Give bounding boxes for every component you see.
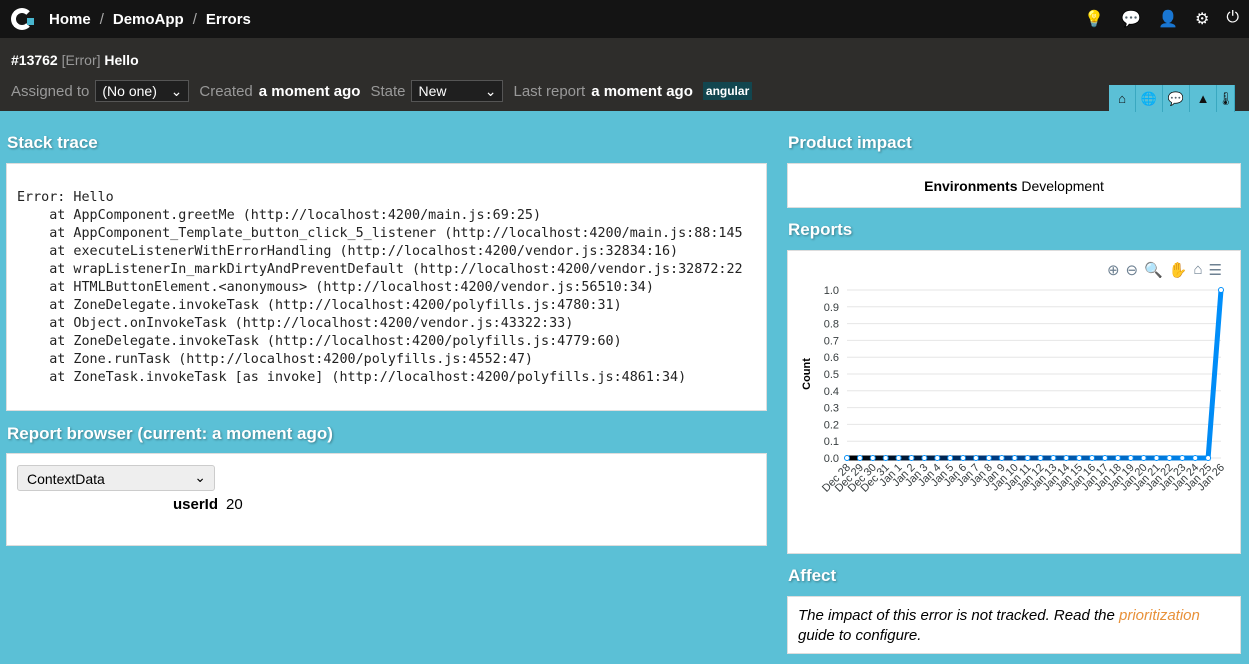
lightbulb-icon[interactable]: 💡: [1084, 9, 1104, 29]
created-label: Created: [199, 82, 253, 100]
y-tick-label: 1.0: [824, 285, 839, 297]
data-point: [869, 455, 876, 461]
y-tick-label: 0.9: [824, 302, 839, 314]
report-browser-heading: Report browser (current: a moment ago): [7, 424, 333, 443]
y-tick-label: 0.3: [824, 403, 839, 415]
user-icon[interactable]: 👤: [1158, 9, 1178, 29]
data-point: [844, 455, 850, 461]
data-point: [1218, 287, 1224, 293]
tree-icon[interactable]: ▲: [1190, 85, 1217, 112]
reports-chart-panel: ⊕ ⊖ 🔍 ✋ ⌂ ☰ 0.0 0.1 0.2 0.3 0.4 0.5 0.6 0.7 0.8 0…: [787, 250, 1241, 554]
affect-text-end: guide to configure.: [798, 627, 922, 644]
y-tick-label: 0.6: [824, 352, 839, 364]
data-point: [1024, 455, 1031, 461]
data-point: [1192, 455, 1199, 461]
data-point: [1011, 455, 1018, 461]
data-point: [908, 455, 915, 461]
stack-trace-text: Error: Hello at AppComponent.greetMe (ht…: [17, 190, 743, 385]
last-report-value: a moment ago: [591, 82, 693, 100]
reports-heading: Reports: [788, 220, 853, 239]
state-select[interactable]: New ⌄: [411, 80, 504, 102]
issue-header: #13762 [Error] Hello Assigned to (No one…: [0, 38, 1249, 112]
assigned-select[interactable]: (No one) ⌄: [95, 80, 190, 102]
tag-badge[interactable]: angular: [702, 82, 753, 100]
data-point: [1114, 455, 1121, 461]
y-tick-label: 0.4: [824, 386, 839, 398]
app-logo[interactable]: [11, 8, 34, 30]
last-report-label: Last report: [513, 82, 586, 100]
issue-title: #13762 [Error] Hello: [11, 52, 139, 68]
data-point: [1089, 455, 1096, 461]
y-tick-label: 0.8: [824, 319, 839, 331]
context-value: 20: [226, 496, 243, 513]
thermometer-icon[interactable]: 🌡: [1217, 85, 1235, 112]
data-point: [1153, 455, 1160, 461]
data-point: [882, 455, 889, 461]
data-point: [1076, 455, 1083, 461]
globe-icon[interactable]: 🌐: [1136, 85, 1163, 112]
data-point: [1205, 455, 1212, 461]
stack-trace-panel: Error: Hello at AppComponent.greetMe (ht…: [6, 163, 767, 411]
data-point: [1127, 455, 1134, 461]
report-section-select[interactable]: ContextData ⌄: [17, 465, 215, 491]
reports-line-chart: 0.00.10.20.30.40.50.60.70.80.91.0CountDe…: [801, 285, 1227, 495]
view-tabs: ⌂ 🌐 💬 ▲ 🌡: [1109, 85, 1235, 112]
data-point: [998, 455, 1005, 461]
affect-panel: The impact of this error is not tracked.…: [787, 596, 1241, 654]
data-point: [1063, 455, 1070, 461]
data-point: [1050, 455, 1057, 461]
affect-heading: Affect: [788, 566, 837, 585]
data-point: [960, 455, 967, 461]
y-axis-label: Count: [801, 358, 813, 390]
product-impact-panel: Environments Development: [787, 163, 1241, 208]
data-point: [921, 455, 928, 461]
data-point: [985, 455, 992, 461]
stack-trace-heading: Stack trace: [7, 133, 98, 152]
y-tick-label: 0.7: [824, 335, 839, 347]
y-tick-label: 0.5: [824, 369, 839, 381]
breadcrumb-home[interactable]: Home: [49, 11, 91, 28]
breadcrumb-errors[interactable]: Errors: [206, 11, 251, 28]
data-point: [1179, 455, 1186, 461]
assigned-label: Assigned to: [11, 82, 90, 100]
product-impact-heading: Product impact: [788, 133, 912, 152]
data-point: [1101, 455, 1108, 461]
created-value: a moment ago: [258, 82, 361, 100]
data-point: [947, 455, 954, 461]
comments-icon[interactable]: 💬: [1163, 85, 1190, 112]
data-point: [1140, 455, 1147, 461]
state-label: State: [370, 82, 406, 100]
gear-icon[interactable]: ⚙: [1195, 9, 1209, 29]
y-tick-label: 0.0: [824, 453, 839, 465]
data-point: [856, 455, 863, 461]
data-point: [972, 455, 979, 461]
home-icon[interactable]: ⌂: [1109, 85, 1136, 112]
breadcrumb-app[interactable]: DemoApp: [113, 11, 184, 28]
env-value: Development: [1021, 178, 1104, 194]
data-point: [895, 455, 902, 461]
env-label: Environments: [924, 178, 1018, 194]
context-key: userId: [173, 496, 219, 513]
power-icon[interactable]: ⏻: [1226, 9, 1239, 29]
data-point: [934, 455, 941, 461]
affect-text: The impact of this error is not tracked.…: [798, 607, 1119, 624]
data-point: [1037, 455, 1044, 461]
report-browser-panel: ContextData ⌄ userId 20: [6, 453, 767, 546]
top-navbar: Home / DemoApp / Errors 💡 💬 👤 ⚙ ⏻: [0, 0, 1249, 38]
data-point: [1166, 455, 1173, 461]
prioritization-link[interactable]: prioritization: [1119, 607, 1200, 624]
y-tick-label: 0.2: [824, 419, 839, 431]
breadcrumb: Home / DemoApp / Errors: [49, 10, 251, 28]
chat-icon[interactable]: 💬: [1121, 9, 1141, 29]
y-tick-label: 0.1: [824, 436, 839, 448]
